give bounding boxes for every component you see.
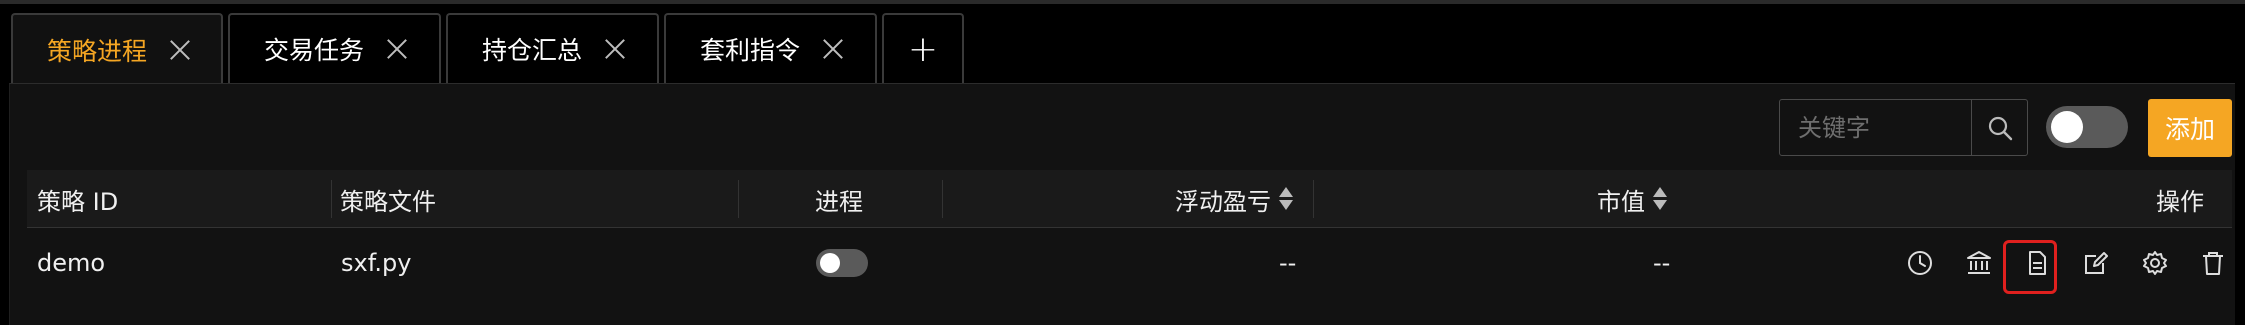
tab-arbitrage-orders[interactable]: 套利指令 bbox=[664, 13, 877, 83]
bank-icon bbox=[1967, 251, 1991, 274]
bank-button[interactable] bbox=[1962, 246, 1996, 280]
plus-icon: + bbox=[907, 28, 939, 70]
gear-icon bbox=[2143, 251, 2167, 275]
column-divider bbox=[331, 180, 332, 218]
tab-strategy-process[interactable]: 策略进程 bbox=[11, 13, 223, 84]
toggle-knob bbox=[820, 253, 840, 273]
tab-label: 持仓汇总 bbox=[482, 36, 583, 65]
tab-position-summary[interactable]: 持仓汇总 bbox=[446, 13, 659, 83]
highlight-box bbox=[2003, 240, 2057, 294]
search-button[interactable] bbox=[1971, 100, 2027, 155]
tab-label: 交易任务 bbox=[264, 36, 365, 65]
header-strategy-id: 策略 ID bbox=[37, 187, 119, 216]
cell-floating-pnl: -- bbox=[1279, 249, 1297, 277]
close-icon[interactable] bbox=[169, 39, 191, 61]
header-market-value[interactable]: 市值 bbox=[1597, 170, 1667, 228]
table-header: 策略 ID 策略文件 进程 浮动盈亏 市值 操作 bbox=[27, 170, 2232, 228]
cell-strategy-id: demo bbox=[37, 249, 106, 277]
close-icon[interactable] bbox=[604, 38, 626, 60]
filter-toggle[interactable] bbox=[2046, 106, 2128, 148]
header-floating-pnl[interactable]: 浮动盈亏 bbox=[1175, 170, 1293, 228]
sort-icon[interactable] bbox=[1279, 186, 1293, 212]
search-icon bbox=[1988, 116, 2012, 140]
trash-icon bbox=[2203, 252, 2223, 275]
close-icon[interactable] bbox=[386, 38, 408, 60]
header-process: 进程 bbox=[815, 187, 863, 216]
column-divider bbox=[738, 180, 739, 218]
edit-icon bbox=[2085, 252, 2108, 274]
table-row: demo sxf.py -- -- bbox=[27, 229, 2232, 297]
add-tab-button[interactable]: + bbox=[882, 13, 964, 83]
header-market-value-label: 市值 bbox=[1597, 187, 1645, 216]
cell-market-value: -- bbox=[1653, 249, 1671, 277]
history-button[interactable] bbox=[1903, 246, 1937, 280]
column-divider bbox=[942, 180, 943, 218]
header-strategy-file: 策略文件 bbox=[340, 187, 436, 216]
add-button[interactable]: 添加 bbox=[2148, 99, 2232, 157]
history-icon bbox=[1908, 251, 1932, 275]
window-top-border bbox=[0, 0, 2245, 4]
edit-button[interactable] bbox=[2079, 246, 2113, 280]
tab-label: 策略进程 bbox=[47, 36, 148, 66]
tab-label: 套利指令 bbox=[700, 36, 801, 65]
close-icon[interactable] bbox=[822, 38, 844, 60]
tab-bar: 策略进程 交易任务 持仓汇总 套利指令 + bbox=[11, 13, 964, 84]
settings-button[interactable] bbox=[2138, 246, 2172, 280]
header-actions: 操作 bbox=[2156, 187, 2204, 216]
search-box bbox=[1779, 99, 2028, 156]
sort-icon[interactable] bbox=[1653, 186, 1667, 212]
delete-button[interactable] bbox=[2196, 246, 2230, 280]
process-toggle[interactable] bbox=[816, 249, 868, 277]
search-input[interactable] bbox=[1780, 100, 1971, 155]
toggle-knob bbox=[2051, 111, 2083, 143]
column-divider bbox=[1313, 180, 1314, 218]
cell-strategy-file: sxf.py bbox=[341, 249, 412, 277]
header-floating-pnl-label: 浮动盈亏 bbox=[1175, 187, 1271, 216]
tab-trade-tasks[interactable]: 交易任务 bbox=[228, 13, 441, 83]
